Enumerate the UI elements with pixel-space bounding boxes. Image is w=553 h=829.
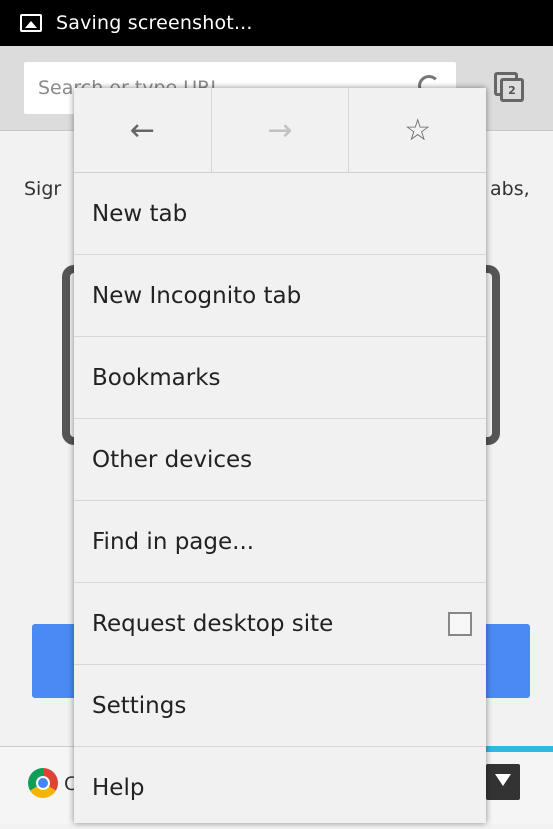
menu-item-label: Other devices [92, 446, 253, 473]
chrome-logo-icon [28, 768, 58, 798]
menu-item-label: Bookmarks [92, 364, 221, 391]
back-button[interactable]: ← [74, 88, 212, 172]
menu-item-label: Help [92, 775, 145, 801]
menu-item-help[interactable]: Help [74, 747, 486, 829]
bottom-accent [486, 746, 553, 752]
star-icon: ☆ [404, 112, 432, 148]
image-icon [20, 14, 42, 32]
tab-count: 2 [500, 78, 524, 102]
overflow-menu: ← → ☆ New tab New Incognito tab Bookmark… [74, 88, 486, 823]
status-bar: Saving screenshot... [0, 0, 553, 46]
download-icon[interactable] [486, 764, 520, 800]
page-text-left: Sigr [24, 178, 62, 200]
forward-arrow-icon: → [267, 112, 293, 148]
tab-switcher-button[interactable]: 2 [494, 72, 526, 104]
menu-item-bookmarks[interactable]: Bookmarks [74, 337, 486, 419]
menu-item-settings[interactable]: Settings [74, 665, 486, 747]
status-text: Saving screenshot... [56, 12, 253, 34]
page-text-right: abs, [490, 178, 530, 200]
menu-item-other-devices[interactable]: Other devices [74, 419, 486, 501]
menu-item-label: Request desktop site [92, 610, 334, 637]
bookmark-button[interactable]: ☆ [349, 88, 486, 172]
menu-nav-row: ← → ☆ [74, 88, 486, 173]
menu-item-request-desktop-site[interactable]: Request desktop site [74, 583, 486, 665]
menu-item-label: New tab [92, 200, 188, 227]
menu-item-label: New Incognito tab [92, 282, 302, 309]
forward-button[interactable]: → [212, 88, 350, 172]
menu-item-new-tab[interactable]: New tab [74, 173, 486, 255]
desktop-site-checkbox[interactable] [448, 611, 472, 636]
back-arrow-icon: ← [129, 112, 155, 148]
menu-item-label: Find in page... [92, 528, 255, 555]
menu-item-new-incognito-tab[interactable]: New Incognito tab [74, 255, 486, 337]
menu-item-find-in-page[interactable]: Find in page... [74, 501, 486, 583]
menu-item-label: Settings [92, 692, 187, 719]
